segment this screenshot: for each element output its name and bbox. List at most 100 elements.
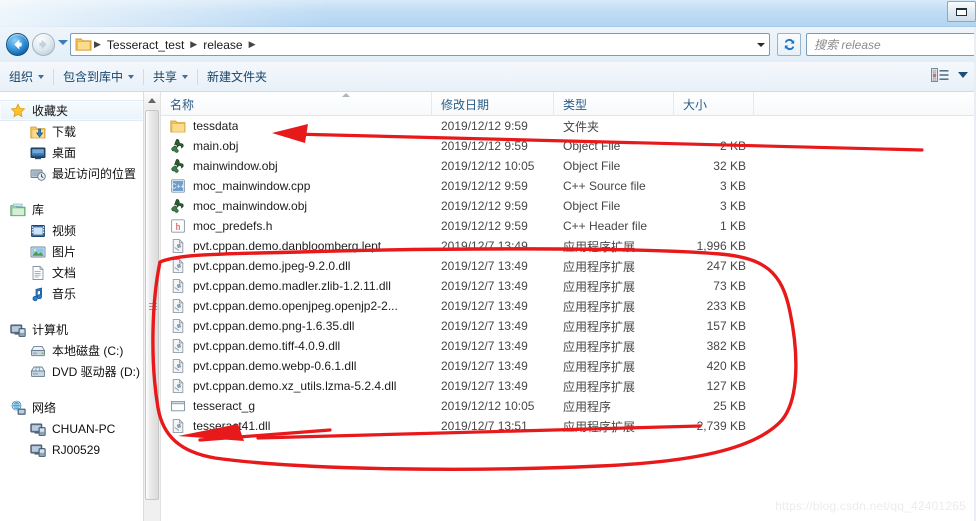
sidebar-item-3-0[interactable]: CHUAN-PC	[0, 418, 143, 439]
file-type-cell: Object File	[563, 159, 621, 173]
search-box[interactable]: 搜索 release	[806, 33, 976, 56]
table-row[interactable]: pvt.cppan.demo.madler.zlib-1.2.11.dll 201…	[161, 276, 976, 296]
file-name-label: pvt.cppan.demo.danbloomberg.lept...	[193, 239, 392, 253]
refresh-button[interactable]	[777, 33, 801, 56]
table-row[interactable]: pvt.cppan.demo.tiff-4.0.9.dll 2019/12/7 1…	[161, 336, 976, 356]
new-folder-button[interactable]: 新建文件夹	[198, 66, 276, 88]
sidebar-item-3[interactable]: 网络	[0, 397, 143, 418]
scroll-up-button[interactable]	[144, 92, 160, 109]
table-row[interactable]: moc_mainwindow.obj 2019/12/12 9:59 Object …	[161, 196, 976, 216]
organize-label: 组织	[9, 70, 34, 84]
file-name-cell: pvt.cppan.demo.jpeg-9.2.0.dll	[161, 258, 432, 274]
back-button[interactable]	[6, 33, 29, 56]
obj-file-icon	[171, 199, 184, 213]
recent-pages-button[interactable]	[58, 40, 68, 45]
chevron-down-icon[interactable]	[958, 72, 968, 78]
column-header-type[interactable]: 类型	[554, 92, 674, 116]
address-bar[interactable]: ▶ Tesseract_test ▶ release ▶	[70, 33, 770, 56]
file-date-cell: 2019/12/7 13:49	[441, 279, 528, 293]
scrollbar-thumb[interactable]	[145, 110, 159, 500]
file-name-cell: pvt.cppan.demo.madler.zlib-1.2.11.dll	[161, 278, 432, 294]
table-row[interactable]: h moc_predefs.h 2019/12/12 9:59 C++ Header …	[161, 216, 976, 236]
sidebar-item-1-3[interactable]: 音乐	[0, 283, 143, 304]
organize-menu-button[interactable]: 组织	[0, 66, 53, 88]
dvd-drive-icon	[30, 364, 46, 380]
table-row[interactable]: mainwindow.obj 2019/12/12 10:05 Object Fil…	[161, 156, 976, 176]
sidebar-item-1-0[interactable]: 视频	[0, 220, 143, 241]
sidebar-item-3-1[interactable]: RJ00529	[0, 439, 143, 460]
obj-file-icon	[170, 158, 186, 174]
view-controls	[931, 67, 968, 83]
header-file-icon: h	[171, 219, 185, 233]
breadcrumb-separator: ▶	[94, 39, 101, 49]
table-row[interactable]: main.obj 2019/12/12 9:59 Object File 2 KB	[161, 136, 976, 156]
forward-button[interactable]	[32, 33, 55, 56]
svg-text:C++: C++	[171, 184, 184, 191]
file-name-cell: tesseract41.dll	[161, 418, 432, 434]
column-header-date[interactable]: 修改日期	[432, 92, 554, 116]
file-name-cell: pvt.cppan.demo.tiff-4.0.9.dll	[161, 338, 432, 354]
file-date-cell: 2019/12/7 13:49	[441, 339, 528, 353]
sidebar-item-1[interactable]: 库	[0, 199, 143, 220]
sidebar-item-2[interactable]: 计算机	[0, 319, 143, 340]
search-input[interactable]: 搜索 release	[814, 36, 881, 53]
table-row[interactable]: pvt.cppan.demo.danbloomberg.lept... 2019/…	[161, 236, 976, 256]
table-row[interactable]: pvt.cppan.demo.xz_utils.lzma-5.2.4.dll 20…	[161, 376, 976, 396]
table-row[interactable]: tesseract_g 2019/12/12 10:05 应用程序 25 KB	[161, 396, 976, 416]
sidebar-item-label: 文档	[52, 266, 77, 280]
sidebar-item-0-1[interactable]: 桌面	[0, 142, 143, 163]
file-name-label: moc_mainwindow.cpp	[193, 179, 311, 193]
table-row[interactable]: pvt.cppan.demo.jpeg-9.2.0.dll 2019/12/7 1…	[161, 256, 976, 276]
command-bar: 组织 包含到库中 共享 新建文件夹	[0, 62, 976, 92]
sidebar-item-2-0[interactable]: 本地磁盘 (C:)	[0, 340, 143, 361]
obj-file-icon	[170, 138, 186, 154]
dll-icon	[170, 338, 186, 354]
share-menu-button[interactable]: 共享	[144, 66, 197, 88]
table-row[interactable]: C++ moc_mainwindow.cpp 2019/12/12 9:59 C++ …	[161, 176, 976, 196]
file-type-cell: 应用程序扩展	[563, 239, 636, 254]
picture-icon	[30, 246, 46, 257]
column-header-name[interactable]: 名称	[161, 92, 432, 116]
table-row[interactable]: pvt.cppan.demo.png-1.6.35.dll 2019/12/7 1…	[161, 316, 976, 336]
obj-file-icon	[170, 198, 186, 214]
table-row[interactable]: pvt.cppan.demo.openjpeg.openjp2-2... 2019…	[161, 296, 976, 316]
change-view-icon[interactable]	[931, 67, 950, 83]
sidebar-item-label: 下载	[52, 125, 77, 139]
file-name-label: moc_mainwindow.obj	[193, 199, 308, 213]
dll-icon	[170, 238, 186, 254]
breadcrumb-item-tesseract-test[interactable]: Tesseract_test	[103, 36, 188, 54]
sidebar-item-0[interactable]: 收藏夹	[0, 100, 143, 121]
file-type-cell: 应用程序扩展	[563, 419, 636, 434]
star-icon	[10, 102, 26, 117]
sidebar-item-1-2[interactable]: 文档	[0, 262, 143, 283]
file-size-cell: 1 KB	[719, 219, 746, 233]
include-in-library-menu-button[interactable]: 包含到库中	[54, 66, 143, 88]
table-row[interactable]: pvt.cppan.demo.webp-0.6.1.dll 2019/12/7 1…	[161, 356, 976, 376]
file-date-cell: 2019/12/7 13:49	[441, 259, 528, 273]
file-name-cell: pvt.cppan.demo.openjpeg.openjp2-2...	[161, 298, 432, 314]
column-header-date-label: 修改日期	[441, 97, 490, 112]
computer-icon	[30, 444, 46, 457]
nav-group-spacer	[0, 384, 143, 397]
nav-group: 网络 CHUAN-PC RJ00529	[0, 397, 143, 460]
file-size-cell: 25 KB	[713, 399, 746, 413]
file-name-label: main.obj	[193, 139, 239, 153]
breadcrumb-separator: ▶	[190, 39, 198, 49]
document-icon	[30, 265, 46, 281]
table-row[interactable]: tessdata 2019/12/12 9:59 文件夹	[161, 116, 976, 136]
file-date-cell: 2019/12/7 13:51	[441, 419, 528, 433]
table-row[interactable]: tesseract41.dll 2019/12/7 13:51 应用程序扩展 2,73…	[161, 416, 976, 436]
sidebar-item-1-1[interactable]: 图片	[0, 241, 143, 262]
sidebar-item-2-1[interactable]: DVD 驱动器 (D:)	[0, 361, 143, 382]
restore-window-button[interactable]	[947, 1, 976, 22]
title-bar	[0, 0, 976, 27]
file-name-cell: mainwindow.obj	[161, 158, 432, 174]
breadcrumb-item-release[interactable]: release	[199, 36, 246, 54]
sidebar-item-0-0[interactable]: 下载	[0, 121, 143, 142]
column-header-size[interactable]: 大小	[674, 92, 754, 116]
chevron-down-icon[interactable]	[757, 43, 765, 47]
sidebar-item-label: 计算机	[32, 323, 69, 337]
sidebar-item-0-2[interactable]: 最近访问的位置	[0, 163, 143, 184]
navigation-pane-scrollbar[interactable]	[143, 92, 160, 521]
file-name-cell: C++ moc_mainwindow.cpp	[161, 178, 432, 194]
